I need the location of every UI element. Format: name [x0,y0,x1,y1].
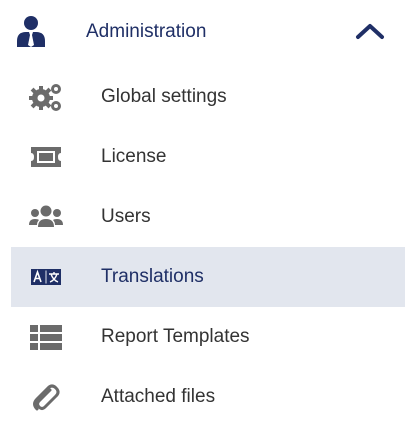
language-icon [29,261,63,293]
users-icon [29,201,63,233]
menu-item-label: Translations [101,266,204,287]
ticket-icon [29,141,63,173]
th-list-icon [29,321,63,353]
paperclip-icon [29,381,63,413]
menu-item-label: Attached files [101,386,216,407]
menu-item-report-templates[interactable]: Report Templates [11,307,405,367]
chevron-up-icon[interactable] [354,20,386,42]
menu-item-license[interactable]: License [11,127,405,187]
menu-item-users[interactable]: Users [11,187,405,247]
menu-item-translations[interactable]: Translations [11,247,405,307]
menu-item-label: Global settings [101,86,227,107]
admin-menu: Administration Global settings License U… [0,0,405,425]
administration-label: Administration [86,21,207,42]
menu-item-attached-files[interactable]: Attached files [11,367,405,427]
cogs-icon [29,81,63,113]
menu-item-label: License [101,146,167,167]
menu-item-global-settings[interactable]: Global settings [11,67,405,127]
user-tie-icon [16,15,46,47]
administration-section-header[interactable]: Administration [0,0,405,64]
menu-item-label: Report Templates [101,326,250,347]
menu-item-label: Users [101,206,151,227]
